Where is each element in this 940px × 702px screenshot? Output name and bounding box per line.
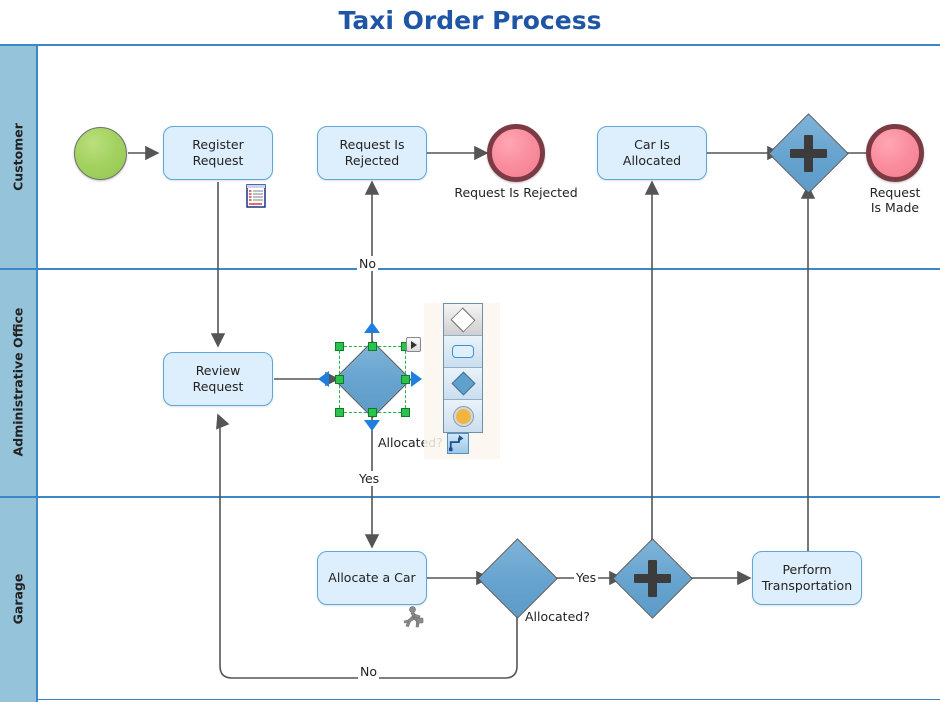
palette-item-blue-diamond[interactable] <box>444 368 482 400</box>
flow-label-yes-garage: Yes <box>574 570 599 585</box>
diagram-canvas: Taxi Order Process Customer Administrati… <box>0 0 940 702</box>
selection-handle-se[interactable] <box>401 408 410 417</box>
lane-divider-1 <box>0 268 940 270</box>
flow-label-no-bottom: No <box>358 664 379 679</box>
parallel-gateway-customer-join[interactable] <box>768 113 849 194</box>
task-request-is-rejected[interactable]: Request Is Rejected <box>317 126 427 180</box>
task-car-is-allocated-line2: Allocated <box>622 153 682 168</box>
task-request-is-rejected-line2: Rejected <box>344 153 400 168</box>
end-event-request-is-made-label: Request Is Made <box>845 185 940 215</box>
end-event-request-is-made-line2: Is Made <box>870 200 920 215</box>
document-icon <box>246 184 266 208</box>
rounded-rectangle-icon <box>452 345 474 358</box>
shape-palette[interactable] <box>443 303 483 433</box>
task-car-is-allocated-line1: Car Is <box>634 137 670 153</box>
play-triangle-icon <box>410 340 417 349</box>
gateway-diamond <box>477 538 558 619</box>
lane-divider-2 <box>0 496 940 498</box>
palette-item-orange-circle[interactable] <box>444 400 482 432</box>
end-event-request-is-made-line1: Request <box>869 185 921 200</box>
task-perform-transportation-line2: Transportation <box>761 578 853 593</box>
selection-bounding-box <box>339 346 406 413</box>
blue-diamond-icon <box>450 371 476 396</box>
selection-handle-nw[interactable] <box>335 342 344 351</box>
plus-vertical <box>804 135 813 172</box>
lane-label-garage: Garage <box>10 573 26 625</box>
gateway-label-allocated-garage: Allocated? <box>525 609 590 624</box>
end-event-request-is-rejected[interactable] <box>487 124 545 182</box>
selection-handle-sw[interactable] <box>335 408 344 417</box>
lane-label-administrative-office: Administrative Office <box>10 307 26 457</box>
exclusive-gateway-allocated-garage[interactable] <box>477 538 558 619</box>
diamond-outline-icon <box>450 306 476 333</box>
connection-arrow-right-icon[interactable] <box>411 371 422 387</box>
selection-handle-s[interactable] <box>368 408 377 417</box>
running-person-icon <box>398 605 424 631</box>
lane-header-garage[interactable]: Garage <box>0 496 38 702</box>
task-perform-transportation[interactable]: Perform Transportation <box>752 551 862 605</box>
task-review-request-line1: Review <box>195 363 241 379</box>
selection-handle-e[interactable] <box>401 375 410 384</box>
lane-header-administrative-office[interactable]: Administrative Office <box>0 268 38 496</box>
palette-item-rounded-rectangle[interactable] <box>444 336 482 368</box>
flow-label-yes-admin: Yes <box>357 471 382 486</box>
parallel-gateway-garage-join[interactable] <box>612 538 693 619</box>
task-review-request[interactable]: Review Request <box>163 352 273 406</box>
task-car-is-allocated[interactable]: Car Is Allocated <box>597 126 707 180</box>
task-register-request-line2: Request <box>192 153 244 168</box>
task-request-is-rejected-line1: Request Is <box>339 137 405 153</box>
connection-arrow-down-icon[interactable] <box>364 420 380 431</box>
quick-action-play-icon[interactable] <box>406 337 421 352</box>
page-title: Taxi Order Process <box>338 6 602 35</box>
connection-arrow-up-icon[interactable] <box>364 322 380 333</box>
palette-connector-tool[interactable] <box>447 433 469 454</box>
palette-item-diamond-outline[interactable] <box>444 304 482 336</box>
flow-label-no-top: No <box>357 256 378 271</box>
end-event-request-is-made[interactable] <box>866 124 924 182</box>
task-register-request-line1: Register <box>192 137 244 153</box>
end-event-request-is-rejected-label: Request Is Rejected <box>454 185 578 200</box>
lane-header-customer[interactable]: Customer <box>0 46 38 268</box>
task-register-request[interactable]: Register Request <box>163 126 273 180</box>
selection-handle-w[interactable] <box>335 375 344 384</box>
start-event[interactable] <box>74 127 127 180</box>
selection-handle-n[interactable] <box>368 342 377 351</box>
task-allocate-a-car-label: Allocate a Car <box>328 570 416 586</box>
connection-arrow-left-icon[interactable] <box>318 371 329 387</box>
plus-vertical <box>648 560 657 597</box>
connector-icon <box>448 434 464 452</box>
task-review-request-line2: Request <box>192 379 244 394</box>
task-allocate-a-car[interactable]: Allocate a Car <box>317 551 427 605</box>
lane-label-customer: Customer <box>10 123 26 191</box>
task-perform-transportation-line1: Perform <box>782 562 832 578</box>
orange-circle-icon <box>453 406 473 426</box>
